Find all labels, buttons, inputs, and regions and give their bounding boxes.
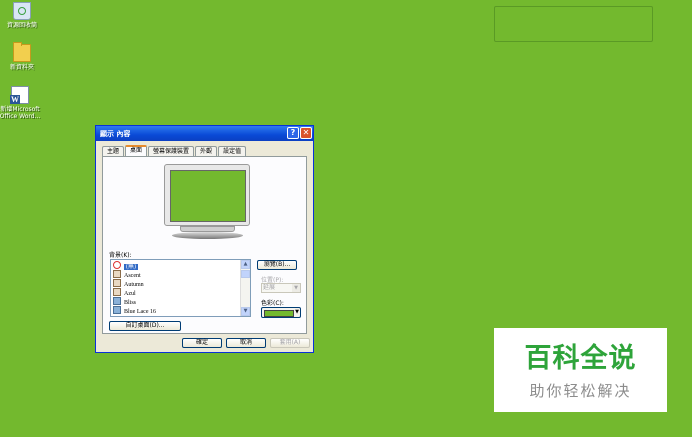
image-file-icon: [113, 279, 121, 287]
background-label: 背景(K):: [109, 252, 132, 259]
listbox-scrollbar[interactable]: ▲ ▼: [240, 260, 250, 316]
list-item[interactable]: Azul: [113, 288, 136, 297]
watermark-logo: 百科全说 助你轻松解决: [494, 328, 667, 412]
none-icon: [113, 261, 121, 269]
picture-icon: [113, 297, 121, 305]
chevron-down-icon: ▼: [292, 284, 300, 292]
color-label: 色彩(C):: [261, 300, 284, 307]
dialog-title: 顯示 內容: [100, 130, 131, 138]
tab-themes[interactable]: 主題: [102, 146, 125, 156]
image-file-icon: [113, 270, 121, 278]
chevron-down-icon: ▼: [295, 309, 299, 315]
desktop-icon-recycle-bin[interactable]: 資源回收筒: [0, 2, 44, 29]
image-file-icon: [113, 288, 121, 296]
cancel-button[interactable]: 取消: [226, 338, 266, 348]
recycle-bin-icon: [13, 2, 31, 20]
ok-button[interactable]: 確定: [182, 338, 222, 348]
monitor-screen-preview: [170, 170, 246, 222]
desktop-icon-label: 新增Microsoft Office Word...: [0, 106, 41, 120]
browse-button[interactable]: 瀏覽(B)...: [257, 260, 297, 270]
color-picker-button[interactable]: ▼: [261, 307, 301, 318]
tab-strip: 主題 桌面 螢幕保護裝置 外觀 設定值: [102, 145, 247, 158]
help-button[interactable]: ?: [287, 127, 299, 139]
list-item[interactable]: Autumn: [113, 279, 144, 288]
scroll-down-arrow-icon[interactable]: ▼: [241, 307, 250, 316]
list-item[interactable]: (無): [113, 261, 138, 270]
scroll-thumb[interactable]: [241, 270, 250, 278]
desktop-icon-label: 資源回收筒: [6, 22, 37, 29]
desktop-selection-outline: [494, 6, 653, 42]
tab-screen-saver[interactable]: 螢幕保護裝置: [148, 146, 195, 156]
close-button[interactable]: ✕: [300, 127, 312, 139]
desktop-tab-panel: 背景(K): (無) Ascent Autumn Azul Bliss Blue…: [102, 156, 307, 334]
monitor-preview: [164, 164, 250, 226]
position-value: 延展: [263, 284, 276, 291]
folder-icon: [13, 42, 31, 62]
color-swatch: [264, 310, 294, 317]
monitor-base: [172, 232, 243, 239]
tab-settings[interactable]: 設定值: [218, 146, 247, 156]
list-item[interactable]: Ascent: [113, 270, 141, 279]
word-document-icon: [10, 86, 29, 104]
watermark-title: 百科全说: [524, 343, 637, 374]
dialog-titlebar[interactable]: 顯示 內容 ? ✕: [96, 126, 313, 141]
scroll-up-arrow-icon[interactable]: ▲: [241, 260, 250, 269]
list-item[interactable]: Blue Lace 16: [113, 306, 156, 315]
picture-icon: [113, 306, 121, 314]
desktop-icon-new-folder[interactable]: 新資料夾: [0, 42, 44, 71]
customize-desktop-button[interactable]: 自訂桌面(D)...: [109, 321, 181, 331]
display-properties-dialog: 顯示 內容 ? ✕ 主題 桌面 螢幕保護裝置 外觀 設定值 背景(K): (無)…: [95, 125, 314, 353]
background-listbox[interactable]: (無) Ascent Autumn Azul Bliss Blue Lace 1…: [110, 259, 251, 317]
desktop-icon-word-document[interactable]: 新增Microsoft Office Word...: [0, 86, 42, 120]
list-item[interactable]: Bliss: [113, 297, 136, 306]
position-select[interactable]: 延展 ▼: [261, 283, 301, 293]
desktop-icon-label: 新資料夾: [9, 64, 34, 71]
watermark-subtitle: 助你轻松解决: [529, 382, 632, 400]
apply-button[interactable]: 套用(A): [270, 338, 310, 348]
tab-appearance[interactable]: 外觀: [195, 146, 218, 156]
